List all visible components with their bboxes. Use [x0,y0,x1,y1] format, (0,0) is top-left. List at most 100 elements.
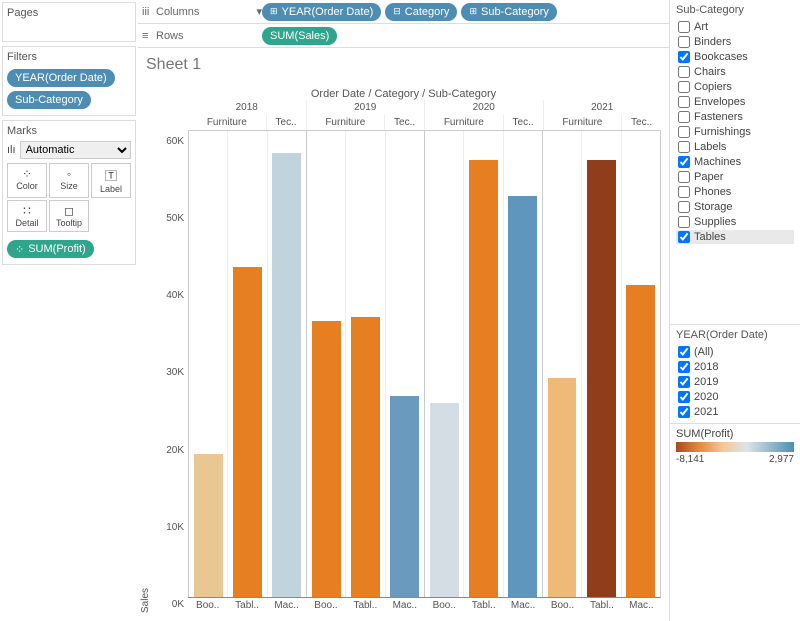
subcategory-filter-item[interactable]: Bookcases [676,50,794,64]
bar-cell [463,131,502,597]
x-label: Mac.. [503,598,542,613]
pill-icon: ⊟ [393,6,401,17]
marks-pill-profit[interactable]: ⁘ SUM(Profit) [7,240,94,258]
profit-color-legend: SUM(Profit) -8,141 2,977 [670,424,800,478]
subcategory-filter-item[interactable]: Phones [676,185,794,199]
bar[interactable] [548,378,577,597]
checkbox[interactable] [678,126,690,138]
pill-icon: ⊞ [270,6,278,17]
checkbox[interactable] [678,346,690,358]
sheet-title[interactable]: Sheet 1 [146,56,661,74]
bar[interactable] [272,153,301,597]
year-filter-item[interactable]: 2019 [676,375,794,389]
filter-item-label: Bookcases [694,51,748,63]
year-filter-item[interactable]: 2021 [676,405,794,419]
x-label: Boo.. [306,598,345,613]
filter-item-label: Supplies [694,216,736,228]
bar[interactable] [351,317,380,597]
mark-cell-detail[interactable]: ∷Detail [7,200,47,232]
x-label: Boo.. [188,598,227,613]
year-filter-item[interactable]: 2020 [676,390,794,404]
bar-cell [267,131,306,597]
subcategory-filter-item[interactable]: Copiers [676,80,794,94]
filters-title: Filters [7,51,131,63]
checkbox[interactable] [678,51,690,63]
tooltip-icon: ◻ [50,204,88,218]
column-pill[interactable]: ⊞YEAR(Order Date) [262,3,381,21]
checkbox[interactable] [678,361,690,373]
subcategory-filter-item[interactable]: Furnishings [676,125,794,139]
bar[interactable] [626,285,655,597]
mark-cell-label[interactable]: 🅃Label [91,163,131,198]
column-pill[interactable]: ⊞Sub-Category [461,3,556,21]
bar-cell [345,131,384,597]
x-label: Tabl.. [227,598,266,613]
subcategory-filter-item[interactable]: Art [676,20,794,34]
subcategory-filter-item[interactable]: Paper [676,170,794,184]
category-header-cell: Furniture [543,115,622,130]
columns-shelf[interactable]: iii Columns ▾ ⊞YEAR(Order Date)⊟Category… [138,0,669,24]
filter-item-label: Copiers [694,81,732,93]
filter-pill[interactable]: YEAR(Order Date) [7,69,115,87]
mark-type-select[interactable]: Automatic [20,141,131,159]
bar[interactable] [587,160,616,597]
checkbox[interactable] [678,66,690,78]
filter-item-label: Fasteners [694,111,743,123]
legend-max: 2,977 [769,454,794,465]
row-pill[interactable]: SUM(Sales) [262,27,337,45]
checkbox[interactable] [678,216,690,228]
mark-cell-tooltip[interactable]: ◻Tooltip [49,200,89,232]
checkbox[interactable] [678,81,690,93]
filter-item-label: (All) [694,346,714,358]
color-icon: ⁘ [8,167,46,181]
year-header-cell: 2018 [188,100,306,115]
checkbox[interactable] [678,231,690,243]
bar[interactable] [430,403,459,597]
filters-panel: Filters YEAR(Order Date) Sub-Category [2,46,136,116]
filter-item-label: Labels [694,141,726,153]
rows-shelf[interactable]: ≡ Rows SUM(Sales) [138,24,669,48]
bar-cell [503,131,542,597]
year-filter-item[interactable]: 2018 [676,360,794,374]
column-pill[interactable]: ⊟Category [385,3,457,21]
year-filter-item[interactable]: (All) [676,345,794,359]
x-label: Mac.. [622,598,661,613]
bar[interactable] [312,321,341,597]
mark-cell-size[interactable]: ◦Size [49,163,89,198]
filter-item-label: Machines [694,156,741,168]
checkbox[interactable] [678,186,690,198]
checkbox[interactable] [678,406,690,418]
subcategory-filter-item[interactable]: Chairs [676,65,794,79]
subcategory-filter-item[interactable]: Supplies [676,215,794,229]
subcategory-filter-item[interactable]: Labels [676,140,794,154]
subcategory-filter-item[interactable]: Tables [676,230,794,244]
subcategory-filter-item[interactable]: Envelopes [676,95,794,109]
category-header-cell: Tec.. [266,115,306,130]
subcategory-filter-item[interactable]: Machines [676,155,794,169]
checkbox[interactable] [678,201,690,213]
filter-pill[interactable]: Sub-Category [7,91,91,109]
pages-panel: Pages [2,2,136,42]
legend-gradient[interactable] [676,442,794,452]
bar[interactable] [390,396,419,597]
subcategory-filter-item[interactable]: Binders [676,35,794,49]
bar[interactable] [233,267,262,597]
checkbox[interactable] [678,21,690,33]
checkbox[interactable] [678,391,690,403]
checkbox[interactable] [678,156,690,168]
checkbox[interactable] [678,96,690,108]
checkbox[interactable] [678,171,690,183]
checkbox[interactable] [678,141,690,153]
category-header-cell: Tec.. [384,115,424,130]
bar-cell [542,131,581,597]
x-label: Tabl.. [582,598,621,613]
checkbox[interactable] [678,376,690,388]
bar[interactable] [194,454,223,597]
mark-cell-color[interactable]: ⁘Color [7,163,47,198]
subcategory-filter-item[interactable]: Storage [676,200,794,214]
bar[interactable] [469,160,498,597]
subcategory-filter-item[interactable]: Fasteners [676,110,794,124]
checkbox[interactable] [678,111,690,123]
checkbox[interactable] [678,36,690,48]
bar[interactable] [508,196,537,597]
